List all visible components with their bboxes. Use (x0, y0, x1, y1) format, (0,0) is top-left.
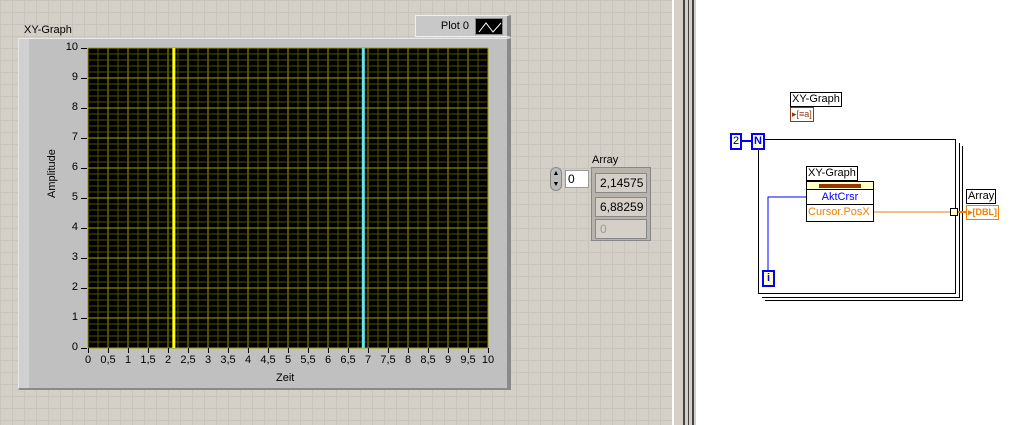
y-tick-label: 1 (71, 311, 78, 323)
front-panel: XY-Graph Plot 0 Amplitude Zeit 0 0,5 1 1,5 2… (0, 0, 672, 425)
plot-line-swatch-icon[interactable] (475, 17, 503, 35)
array-element[interactable]: 6,88259 (595, 197, 647, 217)
array-terminal-label: Array (966, 189, 997, 204)
y-tick-label: 7 (71, 131, 78, 143)
y-tick-label: 0 (71, 341, 78, 353)
x-tick-label: 10 (481, 354, 495, 366)
y-tick-label: 10 (65, 41, 78, 53)
y-tick-label: 3 (71, 251, 78, 263)
y-tick-label: 4 (71, 221, 78, 233)
array-index-spinner[interactable]: ▲ ▼ (550, 167, 562, 191)
array-element-empty[interactable]: 0 (595, 219, 647, 239)
indexing-tunnel[interactable] (950, 208, 958, 216)
x-axis-label: Zeit (276, 372, 295, 384)
block-diagram: XY-Graph ▸[≡a] 2 N i XY-Graph AktCrsr Cu… (696, 0, 1020, 425)
property-node-label: XY-Graph (806, 166, 858, 181)
property-cursor-posx[interactable]: Cursor.PosX (807, 205, 873, 219)
array-element[interactable]: 2,14575 (595, 173, 647, 193)
legend-plot-name: Plot 0 (440, 20, 469, 32)
y-tick-label: 5 (71, 191, 78, 203)
array-label: Array (592, 154, 619, 166)
array-terminal[interactable]: ▸[DBL] (966, 205, 1000, 220)
property-node[interactable]: AktCrsr Cursor.PosX (806, 181, 874, 222)
property-aktcrsr[interactable]: AktCrsr (807, 190, 873, 205)
y-tick-label: 2 (71, 281, 78, 293)
y-tick-label: 8 (71, 101, 78, 113)
y-tick-label: 9 (71, 71, 78, 83)
y-tick-label: 6 (71, 161, 78, 173)
plot-legend[interactable]: Plot 0 (415, 15, 511, 37)
graph-label: XY-Graph (24, 24, 72, 36)
array-index-input[interactable]: 0 (565, 170, 589, 188)
window-splitter[interactable] (672, 0, 696, 425)
plot-area[interactable] (87, 47, 489, 349)
